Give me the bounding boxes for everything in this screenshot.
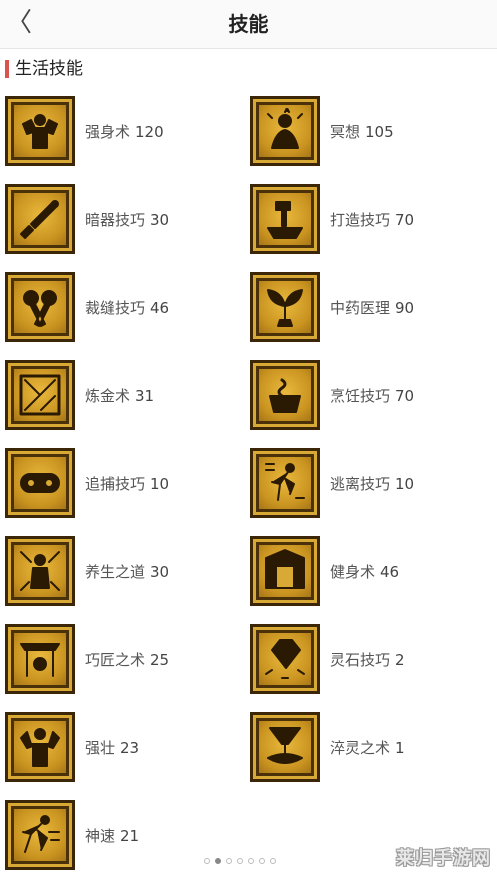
skill-item[interactable]: 暗器技巧 30 [5, 184, 245, 254]
page-dot[interactable] [270, 858, 276, 864]
skill-label: 打造技巧 70 [330, 209, 414, 230]
page-dot[interactable] [237, 858, 243, 864]
skill-name: 健身术 [330, 562, 376, 581]
skill-name: 裁缝技巧 [85, 298, 146, 317]
skill-value: 31 [135, 386, 155, 405]
skill-name: 追捕技巧 [85, 474, 146, 493]
skill-item[interactable]: 养生之道 30 [5, 536, 245, 606]
skill-name: 淬灵之术 [330, 738, 391, 757]
skill-item[interactable]: 巧匠之术 25 [5, 624, 245, 694]
skill-name: 强身术 [85, 122, 131, 141]
skill-value: 25 [150, 650, 170, 669]
skill-value: 70 [395, 210, 415, 229]
skill-item[interactable]: 逃离技巧 10 [250, 448, 490, 518]
skill-item[interactable]: 炼金术 31 [5, 360, 245, 430]
scissors-icon [5, 272, 75, 342]
muscle-icon [5, 96, 75, 166]
skill-item[interactable]: 中药医理 90 [250, 272, 490, 342]
skill-item[interactable]: 烹饪技巧 70 [250, 360, 490, 430]
gate-icon [250, 536, 320, 606]
skill-name: 强壮 [85, 738, 116, 757]
skill-name: 灵石技巧 [330, 650, 391, 669]
skill-value: 1 [395, 738, 405, 757]
speed-icon [5, 800, 75, 870]
skill-value: 90 [395, 298, 415, 317]
skill-value: 10 [150, 474, 170, 493]
skill-label: 暗器技巧 30 [85, 209, 169, 230]
skill-value: 2 [395, 650, 405, 669]
skill-value: 30 [150, 562, 170, 581]
section-header: 生活技能 [5, 58, 83, 80]
skill-label: 灵石技巧 2 [330, 649, 405, 670]
skill-item[interactable]: 强壮 23 [5, 712, 245, 782]
health-icon [5, 536, 75, 606]
skill-name: 巧匠之术 [85, 650, 146, 669]
skill-name: 逃离技巧 [330, 474, 391, 493]
skill-name: 炼金术 [85, 386, 131, 405]
strongman-icon [5, 712, 75, 782]
skill-name: 冥想 [330, 122, 361, 141]
skill-label: 强壮 23 [85, 737, 139, 758]
skill-item[interactable]: 裁缝技巧 46 [5, 272, 245, 342]
dagger-icon [5, 184, 75, 254]
page-title: 技能 [228, 12, 269, 36]
skill-value: 70 [395, 386, 415, 405]
skill-item[interactable]: 强身术 120 [5, 96, 245, 166]
watermark: 莱归手游网 [396, 848, 491, 869]
skill-item[interactable]: 灵石技巧 2 [250, 624, 490, 694]
skill-item[interactable]: 追捕技巧 10 [5, 448, 245, 518]
skill-item[interactable]: 淬灵之术 1 [250, 712, 490, 782]
running-man-icon [250, 448, 320, 518]
skill-name: 中药医理 [330, 298, 391, 317]
page-dot[interactable] [259, 858, 265, 864]
skill-name: 打造技巧 [330, 210, 391, 229]
skill-label: 神速 21 [85, 825, 139, 846]
skill-value: 10 [395, 474, 415, 493]
workshop-icon [5, 624, 75, 694]
alchemy-icon [5, 360, 75, 430]
section-accent-bar [5, 60, 9, 78]
skill-label: 追捕技巧 10 [85, 473, 169, 494]
skill-value: 105 [365, 122, 394, 141]
skill-item[interactable]: 打造技巧 70 [250, 184, 490, 254]
section-title: 生活技能 [15, 59, 83, 79]
page-dot[interactable] [204, 858, 210, 864]
skill-label: 养生之道 30 [85, 561, 169, 582]
hammer-anvil-icon [250, 184, 320, 254]
skill-label: 烹饪技巧 70 [330, 385, 414, 406]
skill-label: 冥想 105 [330, 121, 394, 142]
page-dot[interactable] [215, 858, 221, 864]
cauldron-icon [250, 712, 320, 782]
skill-name: 烹饪技巧 [330, 386, 391, 405]
skill-name: 神速 [85, 826, 116, 845]
skill-item[interactable]: 健身术 46 [250, 536, 490, 606]
skill-label: 淬灵之术 1 [330, 737, 405, 758]
skill-item[interactable]: 冥想 105 [250, 96, 490, 166]
shackle-icon [5, 448, 75, 518]
herb-icon [250, 272, 320, 342]
skill-value: 46 [150, 298, 170, 317]
top-bar: 〈 技能 [0, 0, 497, 49]
page-indicator [204, 858, 276, 864]
skill-label: 巧匠之术 25 [85, 649, 169, 670]
cooking-pot-icon [250, 360, 320, 430]
skill-value: 30 [150, 210, 170, 229]
meditation-icon [250, 96, 320, 166]
page-dot[interactable] [248, 858, 254, 864]
page-dot[interactable] [226, 858, 232, 864]
skill-name: 暗器技巧 [85, 210, 146, 229]
gem-icon [250, 624, 320, 694]
skill-value: 23 [120, 738, 140, 757]
skill-label: 中药医理 90 [330, 297, 414, 318]
skill-label: 裁缝技巧 46 [85, 297, 169, 318]
skill-name: 养生之道 [85, 562, 146, 581]
skill-label: 炼金术 31 [85, 385, 154, 406]
skill-value: 46 [380, 562, 400, 581]
skill-label: 健身术 46 [330, 561, 399, 582]
skill-label: 逃离技巧 10 [330, 473, 414, 494]
skill-label: 强身术 120 [85, 121, 164, 142]
skill-value: 120 [135, 122, 164, 141]
skill-value: 21 [120, 826, 140, 845]
